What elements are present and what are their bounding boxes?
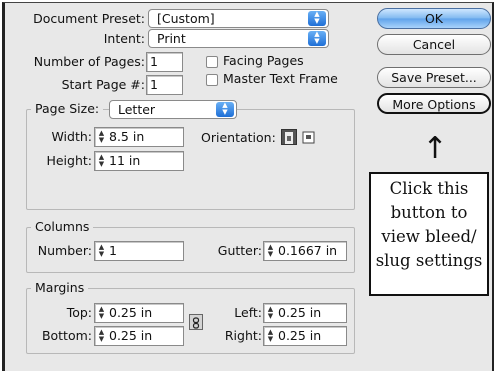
save-preset-button[interactable]: Save Preset... <box>377 67 491 88</box>
master-text-frame-checkbox[interactable] <box>206 74 218 86</box>
columns-number-field[interactable]: ▲ ▼ 1 <box>94 241 184 261</box>
right-label: Right: <box>224 328 262 343</box>
right-margin-value: 0.25 in <box>278 328 322 343</box>
dropdown-arrows-icon: ▲ ▼ <box>308 11 326 26</box>
top-margin-value: 0.25 in <box>109 305 153 320</box>
gutter-value: 0.1667 in <box>278 243 338 258</box>
page-size-select[interactable]: Letter ▲ ▼ <box>109 100 237 119</box>
stepper-arrows-icon[interactable]: ▲ ▼ <box>97 244 106 258</box>
stepper-arrows-icon[interactable]: ▲ ▼ <box>266 329 275 343</box>
facing-pages-checkbox[interactable] <box>206 56 218 68</box>
stepper-arrows-icon[interactable]: ▲ ▼ <box>97 329 106 343</box>
dropdown-arrows-icon: ▲ ▼ <box>216 102 234 117</box>
landscape-orientation-icon[interactable] <box>301 129 317 145</box>
cancel-button[interactable]: Cancel <box>377 34 491 55</box>
width-value: 8.5 in <box>109 129 145 144</box>
facing-pages-label: Facing Pages <box>223 53 304 68</box>
start-page-label: Start Page #: <box>61 77 145 92</box>
columns-number-value: 1 <box>109 243 117 258</box>
document-preset-label: Document Preset: <box>33 11 145 26</box>
stepper-arrows-icon[interactable]: ▲ ▼ <box>266 306 275 320</box>
height-label: Height: <box>46 153 92 168</box>
right-margin-field[interactable]: ▲ ▼ 0.25 in <box>263 326 347 346</box>
top-margin-field[interactable]: ▲ ▼ 0.25 in <box>94 303 184 323</box>
intent-value: Print <box>157 31 186 46</box>
more-options-button[interactable]: More Options <box>377 93 491 114</box>
width-field[interactable]: ▲ ▼ 8.5 in <box>94 127 184 147</box>
number-of-pages-label: Number of Pages: <box>33 54 145 69</box>
stepper-arrows-icon[interactable]: ▲ ▼ <box>97 130 106 144</box>
stepper-arrows-icon[interactable]: ▲ ▼ <box>266 244 275 258</box>
annotation-text: Click this button to view bleed/ slug se… <box>375 179 483 270</box>
height-value: 11 in <box>109 153 141 168</box>
portrait-orientation-icon[interactable] <box>281 129 297 145</box>
annotation-arrow: ↑ <box>422 131 448 166</box>
document-preset-select[interactable]: [Custom] ▲ ▼ <box>148 9 329 28</box>
margins-label: Margins <box>31 280 89 296</box>
left-margin-value: 0.25 in <box>278 305 322 320</box>
page-size-label: Page Size: <box>31 101 104 117</box>
top-label: Top: <box>66 305 92 320</box>
dropdown-arrows-icon: ▲ ▼ <box>308 31 326 46</box>
columns-label: Columns <box>31 219 94 235</box>
gutter-label: Gutter: <box>217 243 262 258</box>
number-of-pages-field[interactable]: 1 <box>146 52 183 72</box>
chain-link-icon[interactable] <box>189 314 203 330</box>
width-label: Width: <box>51 129 92 144</box>
intent-select[interactable]: Print ▲ ▼ <box>148 29 329 48</box>
master-text-frame-label: Master Text Frame <box>223 71 338 86</box>
bottom-label: Bottom: <box>41 328 92 343</box>
stepper-arrows-icon[interactable]: ▲ ▼ <box>97 154 106 168</box>
bottom-margin-value: 0.25 in <box>109 328 153 343</box>
ok-button[interactable]: OK <box>377 8 491 29</box>
intent-label: Intent: <box>103 31 145 46</box>
number-label: Number: <box>37 243 92 258</box>
left-label: Left: <box>234 305 262 320</box>
height-field[interactable]: ▲ ▼ 11 in <box>94 151 184 171</box>
annotation-callout: Click this button to view bleed/ slug se… <box>369 172 489 296</box>
start-page-field[interactable]: 1 <box>146 75 183 95</box>
left-margin-field[interactable]: ▲ ▼ 0.25 in <box>263 303 347 323</box>
page-size-value: Letter <box>118 102 156 117</box>
bottom-margin-field[interactable]: ▲ ▼ 0.25 in <box>94 326 184 346</box>
document-preset-value: [Custom] <box>157 11 215 26</box>
gutter-field[interactable]: ▲ ▼ 0.1667 in <box>263 241 347 261</box>
stepper-arrows-icon[interactable]: ▲ ▼ <box>97 306 106 320</box>
orientation-label: Orientation: <box>201 130 276 145</box>
